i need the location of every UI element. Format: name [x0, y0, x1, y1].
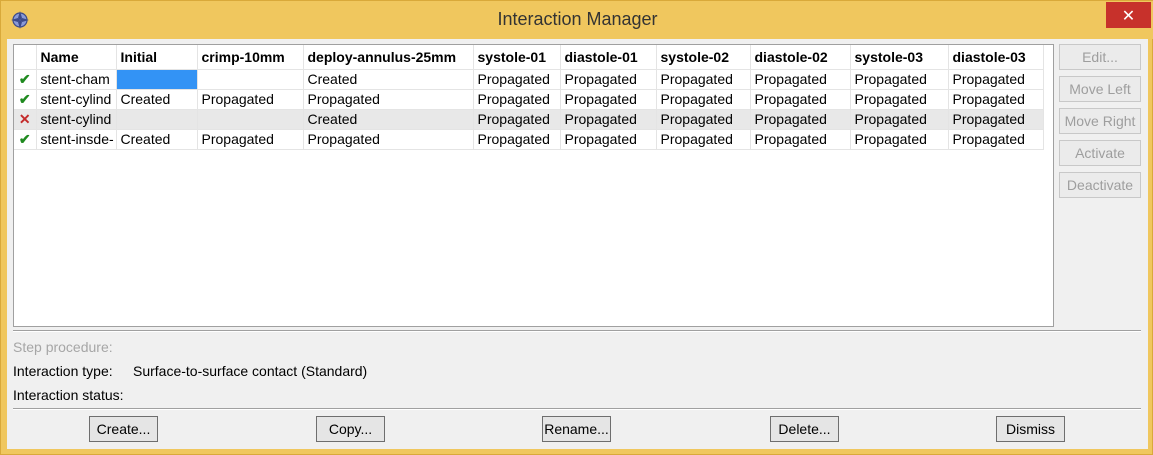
column-header-status[interactable] — [14, 45, 37, 70]
table-header-row: Name Initial crimp-10mm deploy-annulus-2… — [14, 45, 1044, 70]
interaction-grid[interactable]: Name Initial crimp-10mm deploy-annulus-2… — [13, 44, 1054, 327]
interaction-type-row: Interaction type: Surface-to-surface con… — [13, 363, 367, 379]
copy-button[interactable]: Copy... — [316, 416, 385, 442]
table-cell[interactable]: Propagated — [750, 89, 851, 110]
table-cell[interactable]: Propagated — [473, 69, 561, 90]
table-cell[interactable]: Propagated — [948, 69, 1044, 90]
dialog-body: Name Initial crimp-10mm deploy-annulus-2… — [7, 39, 1148, 449]
dismiss-button[interactable]: Dismiss — [996, 416, 1065, 442]
table-cell[interactable]: Propagated — [303, 129, 474, 150]
move-left-button[interactable]: Move Left — [1059, 76, 1141, 102]
table-cell[interactable]: stent-cylind — [36, 89, 117, 110]
table-cell[interactable]: stent-cylind — [36, 109, 117, 130]
table-cell-selected[interactable] — [116, 69, 198, 90]
table-cell[interactable]: stent-cham — [36, 69, 117, 90]
table-cell[interactable]: Propagated — [948, 109, 1044, 130]
table-cell[interactable]: Propagated — [656, 69, 751, 90]
active-check-icon[interactable]: ✔ — [14, 129, 37, 150]
table-cell[interactable]: Propagated — [948, 89, 1044, 110]
edit-button[interactable]: Edit... — [1059, 44, 1141, 70]
table-cell[interactable]: Propagated — [473, 129, 561, 150]
table-cell[interactable]: Propagated — [750, 129, 851, 150]
active-check-icon[interactable]: ✔ — [14, 69, 37, 90]
active-check-icon[interactable]: ✔ — [14, 89, 37, 110]
column-header-name[interactable]: Name — [36, 45, 117, 70]
divider — [13, 330, 1141, 332]
column-header-diastole-02[interactable]: diastole-02 — [750, 45, 851, 70]
table-cell[interactable]: Propagated — [197, 129, 304, 150]
interaction-manager-window: Interaction Manager ✕ Name Initial crimp… — [0, 0, 1153, 455]
close-icon: ✕ — [1121, 5, 1136, 25]
table-cell[interactable]: Propagated — [560, 89, 657, 110]
table-cell[interactable]: Propagated — [303, 89, 474, 110]
table-cell[interactable]: Propagated — [560, 69, 657, 90]
table-cell[interactable]: Created — [116, 129, 198, 150]
table-cell[interactable]: Propagated — [656, 109, 751, 130]
title-bar[interactable]: Interaction Manager ✕ — [1, 1, 1153, 39]
table-cell[interactable] — [197, 109, 304, 130]
delete-button[interactable]: Delete... — [770, 416, 839, 442]
table-cell[interactable]: stent-insde- — [36, 129, 117, 150]
column-header-diastole-03[interactable]: diastole-03 — [948, 45, 1044, 70]
interaction-status-label: Interaction status: — [13, 387, 124, 403]
table-cell[interactable]: Propagated — [473, 89, 561, 110]
interaction-status-row: Interaction status: — [13, 387, 124, 403]
move-right-button[interactable]: Move Right — [1059, 108, 1141, 134]
table-cell[interactable] — [116, 109, 198, 130]
column-header-systole-03[interactable]: systole-03 — [850, 45, 949, 70]
table-cell[interactable]: Propagated — [560, 129, 657, 150]
table-cell[interactable]: Created — [116, 89, 198, 110]
table-cell[interactable] — [197, 69, 304, 90]
table-row[interactable]: ✔ stent-cylind Created Propagated Propag… — [14, 89, 1044, 110]
table-cell[interactable]: Propagated — [750, 69, 851, 90]
divider — [13, 408, 1141, 410]
step-procedure-label: Step procedure: — [13, 339, 113, 355]
interaction-type-value: Surface-to-surface contact (Standard) — [133, 363, 368, 379]
table-cell[interactable]: Propagated — [656, 129, 751, 150]
table-cell[interactable]: Created — [303, 69, 474, 90]
table-cell[interactable]: Propagated — [850, 129, 949, 150]
column-header-diastole-01[interactable]: diastole-01 — [560, 45, 657, 70]
table-cell[interactable]: Propagated — [560, 109, 657, 130]
column-header-initial[interactable]: Initial — [116, 45, 198, 70]
column-header-crimp-10mm[interactable]: crimp-10mm — [197, 45, 304, 70]
rename-button[interactable]: Rename... — [542, 416, 611, 442]
close-button[interactable]: ✕ — [1106, 2, 1151, 28]
interaction-table: Name Initial crimp-10mm deploy-annulus-2… — [14, 45, 1044, 150]
table-cell[interactable]: Created — [303, 109, 474, 130]
table-cell[interactable]: Propagated — [850, 89, 949, 110]
table-cell[interactable]: Propagated — [850, 69, 949, 90]
table-cell[interactable]: Propagated — [473, 109, 561, 130]
table-cell[interactable]: Propagated — [850, 109, 949, 130]
table-cell[interactable]: Propagated — [197, 89, 304, 110]
column-header-systole-02[interactable]: systole-02 — [656, 45, 751, 70]
table-cell[interactable]: Propagated — [750, 109, 851, 130]
column-header-deploy-annulus-25mm[interactable]: deploy-annulus-25mm — [303, 45, 474, 70]
table-row-selected[interactable]: ✕ stent-cylind Created Propagated Propag… — [14, 109, 1044, 130]
table-cell[interactable]: Propagated — [656, 89, 751, 110]
deactivate-button[interactable]: Deactivate — [1059, 172, 1141, 198]
table-cell[interactable]: Propagated — [948, 129, 1044, 150]
table-row[interactable]: ✔ stent-cham Created Propagated Propagat… — [14, 69, 1044, 90]
activate-button[interactable]: Activate — [1059, 140, 1141, 166]
interaction-type-label: Interaction type: — [13, 363, 113, 379]
step-procedure-row: Step procedure: — [13, 339, 113, 355]
column-header-systole-01[interactable]: systole-01 — [473, 45, 561, 70]
inactive-x-icon[interactable]: ✕ — [14, 109, 37, 130]
window-title: Interaction Manager — [497, 9, 658, 29]
create-button[interactable]: Create... — [89, 416, 158, 442]
table-row[interactable]: ✔ stent-insde- Created Propagated Propag… — [14, 129, 1044, 150]
